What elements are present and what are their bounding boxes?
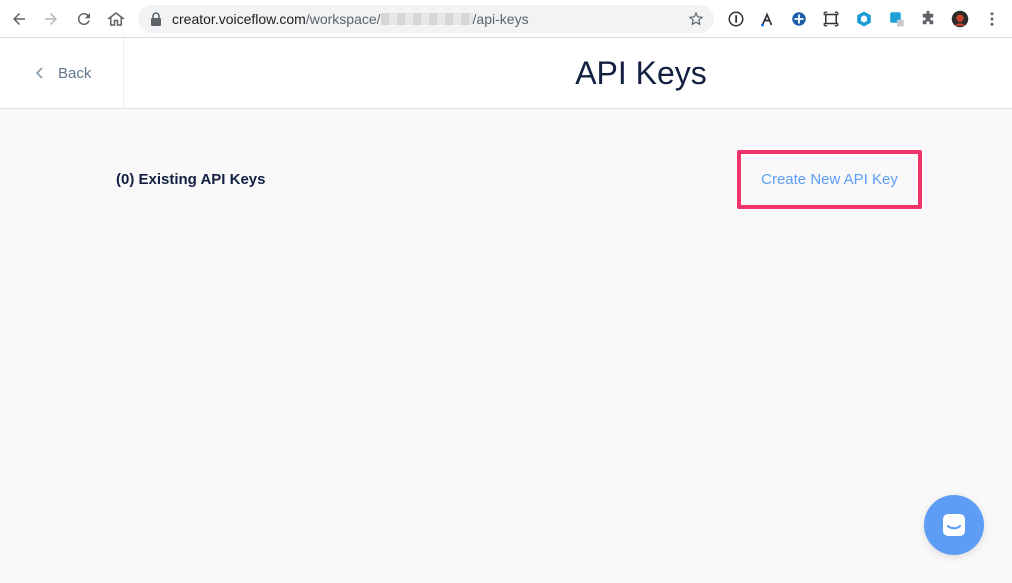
back-arrow-icon[interactable]: [6, 6, 32, 32]
redacted-segment: [380, 13, 473, 25]
reload-icon[interactable]: [71, 6, 97, 32]
existing-keys-count: (0) Existing API Keys: [116, 171, 266, 188]
url-path-suffix: /api-keys: [472, 11, 529, 27]
browser-toolbar: creator.voiceflow.com/workspace/ /api-key…: [0, 0, 1012, 38]
url-text: creator.voiceflow.com/workspace/ /api-key…: [172, 11, 529, 27]
screenshot-icon[interactable]: [820, 8, 842, 30]
home-icon[interactable]: [103, 6, 129, 32]
forward-arrow-icon[interactable]: [38, 6, 64, 32]
url-host: creator.voiceflow.com: [172, 11, 306, 27]
page-title: API Keys: [575, 54, 707, 91]
back-button[interactable]: Back: [0, 38, 124, 108]
back-label: Back: [58, 64, 92, 82]
create-api-key-button[interactable]: Create New API Key: [745, 158, 914, 201]
profile-avatar[interactable]: [949, 8, 971, 30]
branch-extension-icon[interactable]: [756, 8, 778, 30]
password-manager-icon[interactable]: [725, 8, 747, 30]
chat-icon: [943, 514, 965, 536]
star-icon[interactable]: [688, 11, 704, 27]
chevron-left-icon: [35, 67, 43, 79]
app-header: Back API Keys: [0, 38, 1012, 109]
address-bar[interactable]: creator.voiceflow.com/workspace/ /api-key…: [138, 5, 714, 33]
chat-launcher-button[interactable]: [924, 495, 984, 555]
extension-icon-2[interactable]: [853, 8, 875, 30]
extension-icon[interactable]: [788, 8, 810, 30]
puzzle-icon[interactable]: [917, 8, 939, 30]
menu-dots-icon[interactable]: [981, 8, 1003, 30]
extension-icon-3[interactable]: [886, 8, 908, 30]
lock-icon: [151, 12, 161, 26]
url-path-prefix: /workspace/: [305, 11, 381, 27]
